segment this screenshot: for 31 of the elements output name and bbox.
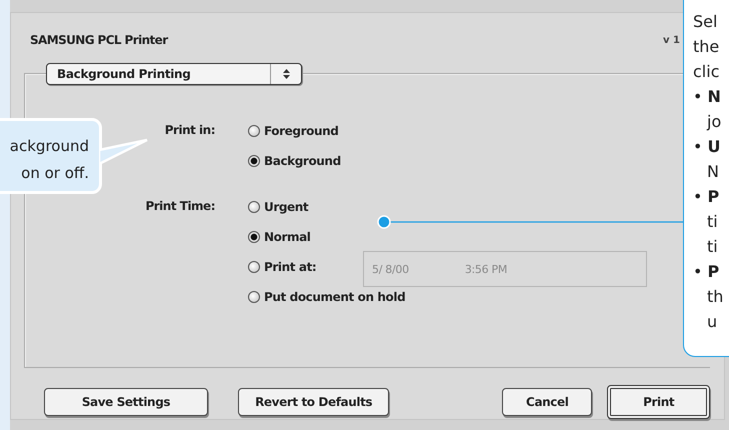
callout-text: • U (693, 136, 722, 158)
dialog-button[interactable]: Cancel (502, 388, 592, 416)
callout-text: • P (693, 261, 720, 283)
callout-text: th (706, 286, 724, 308)
callout-text: • P (693, 186, 720, 208)
radio-button[interactable]: Urgent (248, 200, 308, 214)
radio-button[interactable]: Put document on hold (248, 290, 406, 304)
callout-text: ackground (10, 136, 89, 157)
radio-button[interactable]: Normal (248, 230, 311, 244)
callout-text: clic (693, 61, 720, 83)
panel-menu[interactable]: Background Printing (46, 63, 302, 86)
callout-text: • N (693, 86, 722, 108)
radio-button[interactable]: Background (248, 154, 341, 168)
callout-text: ti (706, 211, 719, 233)
stepper-arrows-icon (282, 69, 290, 80)
dialog-button[interactable]: Save Settings (44, 388, 208, 416)
dialog-button[interactable]: Revert to Defaults (238, 388, 390, 416)
window-title: SAMSUNG PCL Printer (30, 33, 168, 47)
callout-text: N (706, 161, 720, 183)
callout-text: jo (706, 111, 722, 133)
radio-button[interactable]: Foreground (248, 124, 338, 138)
callout-text: the (693, 36, 720, 58)
dialog-button[interactable]: Print (607, 385, 710, 419)
callout-text: u (706, 311, 718, 333)
radio-button[interactable]: Print at: (248, 260, 351, 274)
callout-text: ti (706, 236, 719, 258)
group-label: Print Time: (144, 198, 215, 216)
version-label: v 1 (663, 34, 680, 46)
callout-text: Sel (693, 11, 718, 33)
group-label: Print in: (164, 122, 215, 140)
callout-text: on or off. (21, 163, 89, 184)
